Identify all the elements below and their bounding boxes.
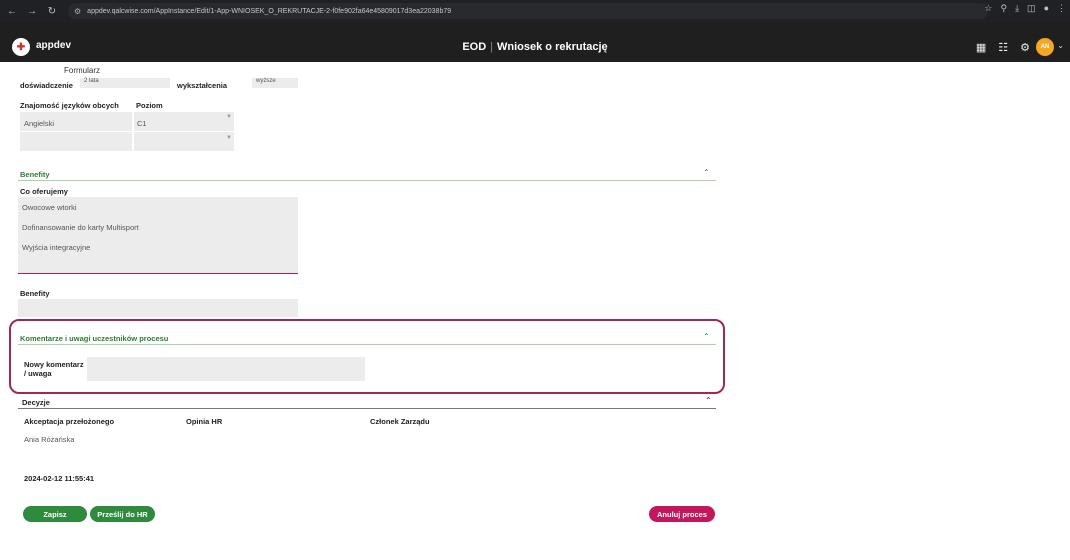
browser-toolbar: ← → ↻ ⚙ appdev.qalcwise.com/AppInstance/… bbox=[0, 0, 1070, 22]
board-member-header: Członek Zarządu bbox=[370, 417, 430, 426]
level-select[interactable] bbox=[134, 112, 234, 131]
offer-item: Wyjścia integracyjne bbox=[22, 243, 91, 252]
language-value: Angielski bbox=[24, 119, 55, 128]
tab-historia[interactable]: Historia bbox=[106, 62, 145, 78]
chevron-up-icon[interactable]: ⌃ bbox=[705, 396, 712, 405]
star-icon[interactable]: ☆ bbox=[984, 3, 992, 14]
site-settings-icon[interactable]: ⚙ bbox=[74, 7, 81, 16]
experience-label: doświadczenie bbox=[20, 81, 73, 90]
download-icon[interactable]: ⤓ bbox=[1015, 3, 1019, 14]
chevron-down-icon[interactable]: ⌄ bbox=[1057, 41, 1064, 50]
apps-grid-icon[interactable]: ▦ bbox=[976, 41, 986, 54]
experience-value: 2 lata bbox=[84, 78, 99, 84]
decision-timestamp: 2024-02-12 11:55:41 bbox=[24, 474, 95, 483]
section-divider bbox=[18, 408, 716, 409]
cancel-process-button[interactable]: Anuluj proces bbox=[649, 506, 715, 522]
offer-label: Co oferujemy bbox=[20, 187, 68, 196]
home-icon[interactable]: ⌂ bbox=[22, 66, 28, 77]
caret-down-icon[interactable]: ▼ bbox=[226, 135, 232, 141]
benefits-field[interactable] bbox=[18, 299, 298, 317]
benefits-field-label: Benefity bbox=[20, 289, 50, 298]
sidepanel-icon[interactable]: ◫ bbox=[1027, 3, 1036, 14]
form-tabs: Formularz Historia bbox=[58, 62, 145, 78]
save-button[interactable]: Zapisz bbox=[23, 506, 87, 522]
reload-icon[interactable]: ↻ bbox=[44, 3, 60, 19]
language-cell-empty[interactable] bbox=[20, 132, 132, 151]
manager-name: Ania Różańska bbox=[24, 435, 75, 444]
forward-icon[interactable]: → bbox=[24, 3, 40, 19]
language-column-header: Znajomość języków obcych bbox=[20, 101, 119, 110]
level-select-empty[interactable] bbox=[134, 132, 234, 151]
avatar[interactable]: AN bbox=[1036, 38, 1054, 56]
chevron-up-icon[interactable]: ⌃ bbox=[703, 168, 710, 177]
extensions-icon[interactable]: ⚲ bbox=[1000, 3, 1007, 14]
offer-item: Dofinansowanie do karty Multisport bbox=[22, 223, 139, 232]
help-icon[interactable]: ? bbox=[10, 66, 16, 77]
profile-icon[interactable]: ● bbox=[1044, 3, 1049, 14]
section-divider bbox=[18, 180, 716, 181]
level-value: C1 bbox=[137, 119, 147, 128]
back-icon[interactable]: ← bbox=[4, 3, 20, 19]
page-title: EOD | Wniosek o rekrutację bbox=[462, 41, 608, 53]
caret-down-icon[interactable]: ▼ bbox=[226, 114, 232, 120]
highlight-frame bbox=[9, 319, 725, 394]
decisions-section-title[interactable]: Decyzje bbox=[22, 398, 50, 407]
tasks-icon[interactable]: ☷ bbox=[998, 41, 1008, 54]
offer-item: Owocowe wtorki bbox=[22, 203, 77, 212]
benefits-section-title[interactable]: Benefity bbox=[20, 170, 50, 179]
tab-formularz[interactable]: Formularz bbox=[58, 62, 107, 78]
module-name: EOD bbox=[462, 41, 487, 53]
sub-header-icons: ? ⌂ bbox=[10, 66, 28, 77]
education-value: wyższe bbox=[256, 78, 276, 84]
send-to-hr-button[interactable]: Prześlij do HR bbox=[90, 506, 155, 522]
header-icons: ▦ ☷ ⚙ bbox=[976, 41, 1030, 54]
gear-icon[interactable]: ⚙ bbox=[1020, 41, 1030, 54]
menu-icon[interactable]: ⋮ bbox=[1057, 3, 1066, 14]
url-text: appdev.qalcwise.com/AppInstance/Edit/1-A… bbox=[87, 7, 452, 15]
document-title: Wniosek o rekrutację bbox=[497, 41, 608, 53]
address-bar[interactable]: ⚙ appdev.qalcwise.com/AppInstance/Edit/1… bbox=[68, 3, 988, 19]
hr-opinion-header: Opinia HR bbox=[186, 417, 223, 426]
level-column-header: Poziom bbox=[136, 101, 163, 110]
manager-acceptance-header: Akceptacja przełożonego bbox=[24, 417, 115, 426]
education-label: wykształcenia bbox=[177, 81, 228, 90]
browser-actions: ☆ ⚲ ⤓ ◫ ● ⋮ bbox=[984, 3, 1066, 14]
